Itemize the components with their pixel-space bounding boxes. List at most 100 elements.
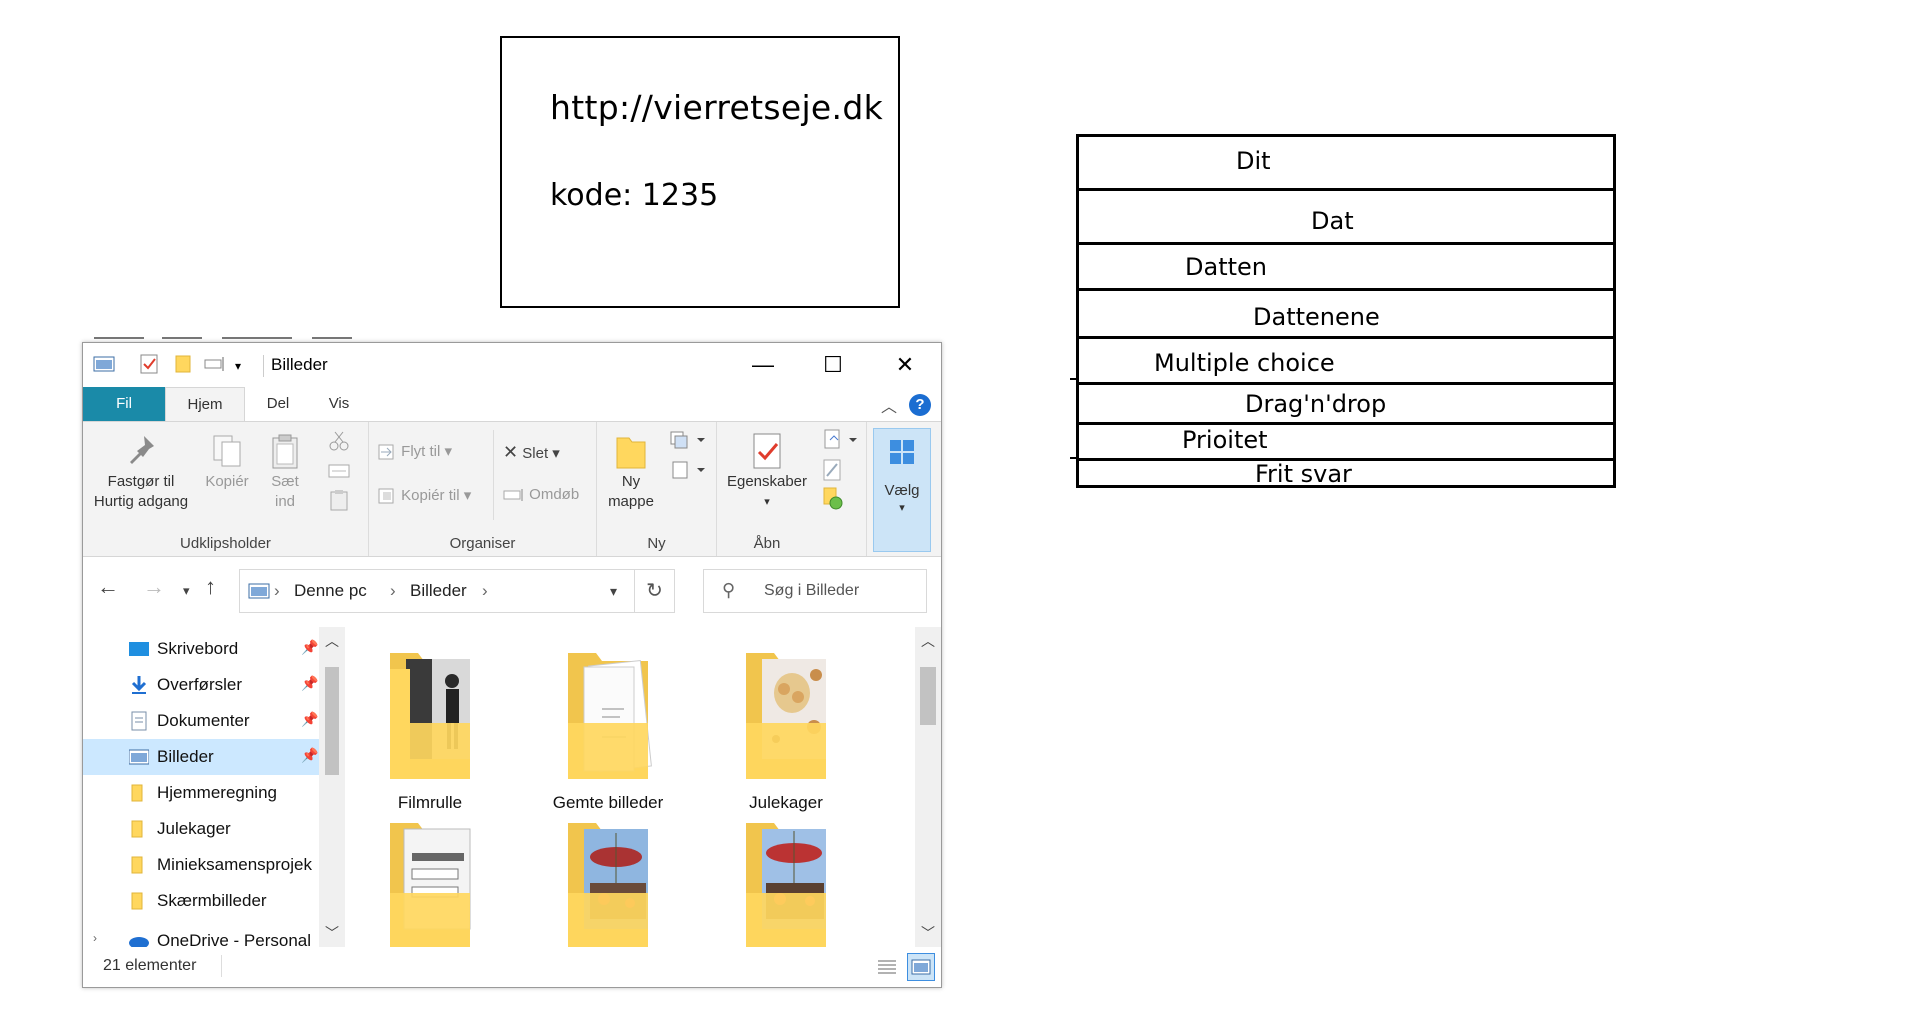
nav-item-folder[interactable]: Hjemmeregning — [83, 775, 319, 811]
folder-icon — [732, 813, 840, 947]
recent-locations-chevron-icon[interactable]: ▾ — [183, 579, 190, 603]
new-folder-label-line2: mappe — [608, 493, 654, 510]
option-row: Dat — [1079, 191, 1613, 245]
refresh-button[interactable]: ↻ — [635, 569, 675, 613]
back-arrow-icon[interactable]: ← — [97, 575, 119, 599]
tab-view[interactable]: Vis — [311, 387, 367, 421]
nav-scrollbar[interactable]: ︿ ﹀ — [319, 627, 345, 947]
open-icon[interactable] — [821, 428, 861, 452]
edit-icon[interactable] — [821, 458, 845, 482]
status-separator — [221, 955, 222, 977]
folder-tile[interactable] — [345, 813, 515, 947]
paste-label-line1: Sæt — [271, 473, 299, 490]
scroll-up-icon[interactable]: ︿ — [319, 631, 345, 651]
copy-button[interactable]: Kopiér — [197, 432, 257, 492]
folder-tile-saved-pictures[interactable]: Gemte billeder — [523, 643, 693, 813]
folder-tile[interactable] — [523, 813, 693, 947]
breadcrumb-pictures[interactable]: Billeder — [410, 581, 467, 601]
breadcrumb-this-pc[interactable]: Denne pc — [294, 581, 367, 601]
file-explorer-window: ▾ Billeder — ☐ ✕ Fil Hjem Del Vis ︿ ? Fa… — [82, 342, 942, 988]
nav-item-folder[interactable]: Skærmbilleder — [83, 883, 319, 919]
pin-quick-access-button[interactable]: Fastgør til Hurtig adgang — [87, 432, 195, 512]
nav-item-desktop[interactable]: Skrivebord 📌 — [83, 631, 319, 667]
easy-access-icon[interactable] — [669, 458, 707, 482]
move-to-button[interactable]: Flyt til ▾ — [377, 442, 452, 461]
customize-toolbar-chevron-icon[interactable]: ▾ — [235, 355, 241, 377]
help-icon[interactable]: ? — [909, 394, 931, 416]
tab-home[interactable]: Hjem — [165, 387, 245, 422]
pin-icon: 📌 — [301, 747, 319, 763]
select-button[interactable]: Vælg ▾ — [873, 428, 931, 552]
file-list: Filmrulle Gemte billeder Julekager — [345, 619, 915, 947]
content-scroll-thumb[interactable] — [920, 667, 936, 725]
collapse-ribbon-icon[interactable]: ︿ — [881, 393, 897, 417]
nav-item-onedrive[interactable]: › OneDrive - Personal — [83, 923, 319, 947]
nav-item-documents[interactable]: Dokumenter 📌 — [83, 703, 319, 739]
new-folder-button[interactable]: Ny mappe — [597, 432, 665, 512]
folder-tile-filmrulle[interactable]: Filmrulle — [345, 643, 515, 813]
folder-icon — [131, 784, 143, 802]
properties-icon[interactable] — [139, 353, 159, 375]
large-icons-view-icon — [911, 959, 931, 975]
details-view-button[interactable] — [873, 953, 901, 981]
rename-button[interactable]: Omdøb — [503, 486, 579, 503]
copy-to-button[interactable]: Kopiér til ▾ — [377, 486, 471, 505]
maximize-button[interactable]: ☐ — [805, 343, 861, 387]
nav-item-label: Hjemmeregning — [157, 783, 277, 802]
pin-icon: 📌 — [301, 639, 319, 655]
content-scrollbar[interactable]: ︿ ﹀ — [915, 627, 941, 947]
folder-tile-julekager[interactable]: Julekager — [701, 643, 871, 813]
status-bar: 21 elementer — [83, 947, 941, 987]
option-label: Dattenene — [1253, 303, 1380, 331]
rename-icon[interactable] — [203, 354, 227, 374]
new-group-label: Ny — [647, 535, 666, 552]
option-label: Multiple choice — [1154, 349, 1335, 377]
nav-item-folder[interactable]: Minieksamensprojek — [83, 847, 319, 883]
address-dropdown-icon[interactable]: ▾ — [610, 583, 617, 600]
scroll-up-icon[interactable]: ︿ — [915, 631, 941, 651]
up-arrow-icon[interactable]: ↑ — [205, 575, 216, 599]
search-icon: ⚲ — [722, 580, 736, 600]
folder-icon — [131, 892, 143, 910]
title-bar: ▾ Billeder — ☐ ✕ — [83, 343, 941, 387]
paste-shortcut-icon[interactable] — [329, 488, 349, 512]
organize-divider — [493, 430, 494, 520]
pin-label-line2: Hurtig adgang — [93, 493, 189, 510]
nav-scroll-thumb[interactable] — [325, 667, 339, 775]
forward-arrow-icon[interactable]: → — [143, 575, 165, 599]
new-item-icon[interactable] — [669, 428, 707, 450]
onedrive-icon — [129, 937, 149, 947]
delete-button[interactable]: ✕ Slet ▾ — [503, 442, 560, 463]
nav-item-pictures[interactable]: Billeder 📌 — [83, 739, 319, 775]
info-code: kode: 1235 — [550, 178, 719, 213]
title-separator — [263, 355, 264, 377]
search-field[interactable]: ⚲ Søg i Billeder — [703, 569, 927, 613]
scroll-down-icon[interactable]: ﹀ — [915, 923, 941, 943]
paste-button[interactable]: Sæt ind — [259, 432, 311, 512]
close-button[interactable]: ✕ — [877, 343, 933, 387]
tab-share[interactable]: Del — [245, 387, 311, 421]
new-folder-icon[interactable] — [175, 354, 191, 374]
tab-file[interactable]: Fil — [83, 387, 165, 421]
copy-path-icon[interactable] — [327, 460, 351, 482]
large-icons-view-button[interactable] — [907, 953, 935, 981]
address-bar-row: ← → ▾ ↑ › Denne pc › Billeder › ▾ ↻ ⚲ Sø… — [83, 557, 941, 619]
properties-button[interactable]: Egenskaber ▾ — [717, 432, 817, 512]
folder-label: Filmrulle — [397, 793, 463, 812]
address-field[interactable]: › Denne pc › Billeder › ▾ — [239, 569, 635, 613]
scroll-down-icon[interactable]: ﹀ — [319, 923, 345, 943]
nav-item-downloads[interactable]: Overførsler 📌 — [83, 667, 319, 703]
option-label: Dat — [1311, 207, 1354, 235]
pictures-location-icon — [248, 583, 270, 599]
minimize-button[interactable]: — — [735, 343, 791, 387]
rename-field-icon — [503, 489, 523, 502]
cut-icon[interactable] — [327, 430, 351, 452]
expand-chevron-icon[interactable]: › — [93, 931, 97, 945]
ribbon: Fastgør til Hurtig adgang Kopiér Sæt ind… — [83, 421, 941, 557]
folder-icon — [554, 643, 662, 783]
nav-item-folder[interactable]: Julekager — [83, 811, 319, 847]
folder-tile[interactable] — [701, 813, 871, 947]
history-icon[interactable] — [821, 486, 845, 510]
pin-label-line1: Fastgør til — [107, 473, 175, 490]
folder-icon — [131, 820, 143, 838]
